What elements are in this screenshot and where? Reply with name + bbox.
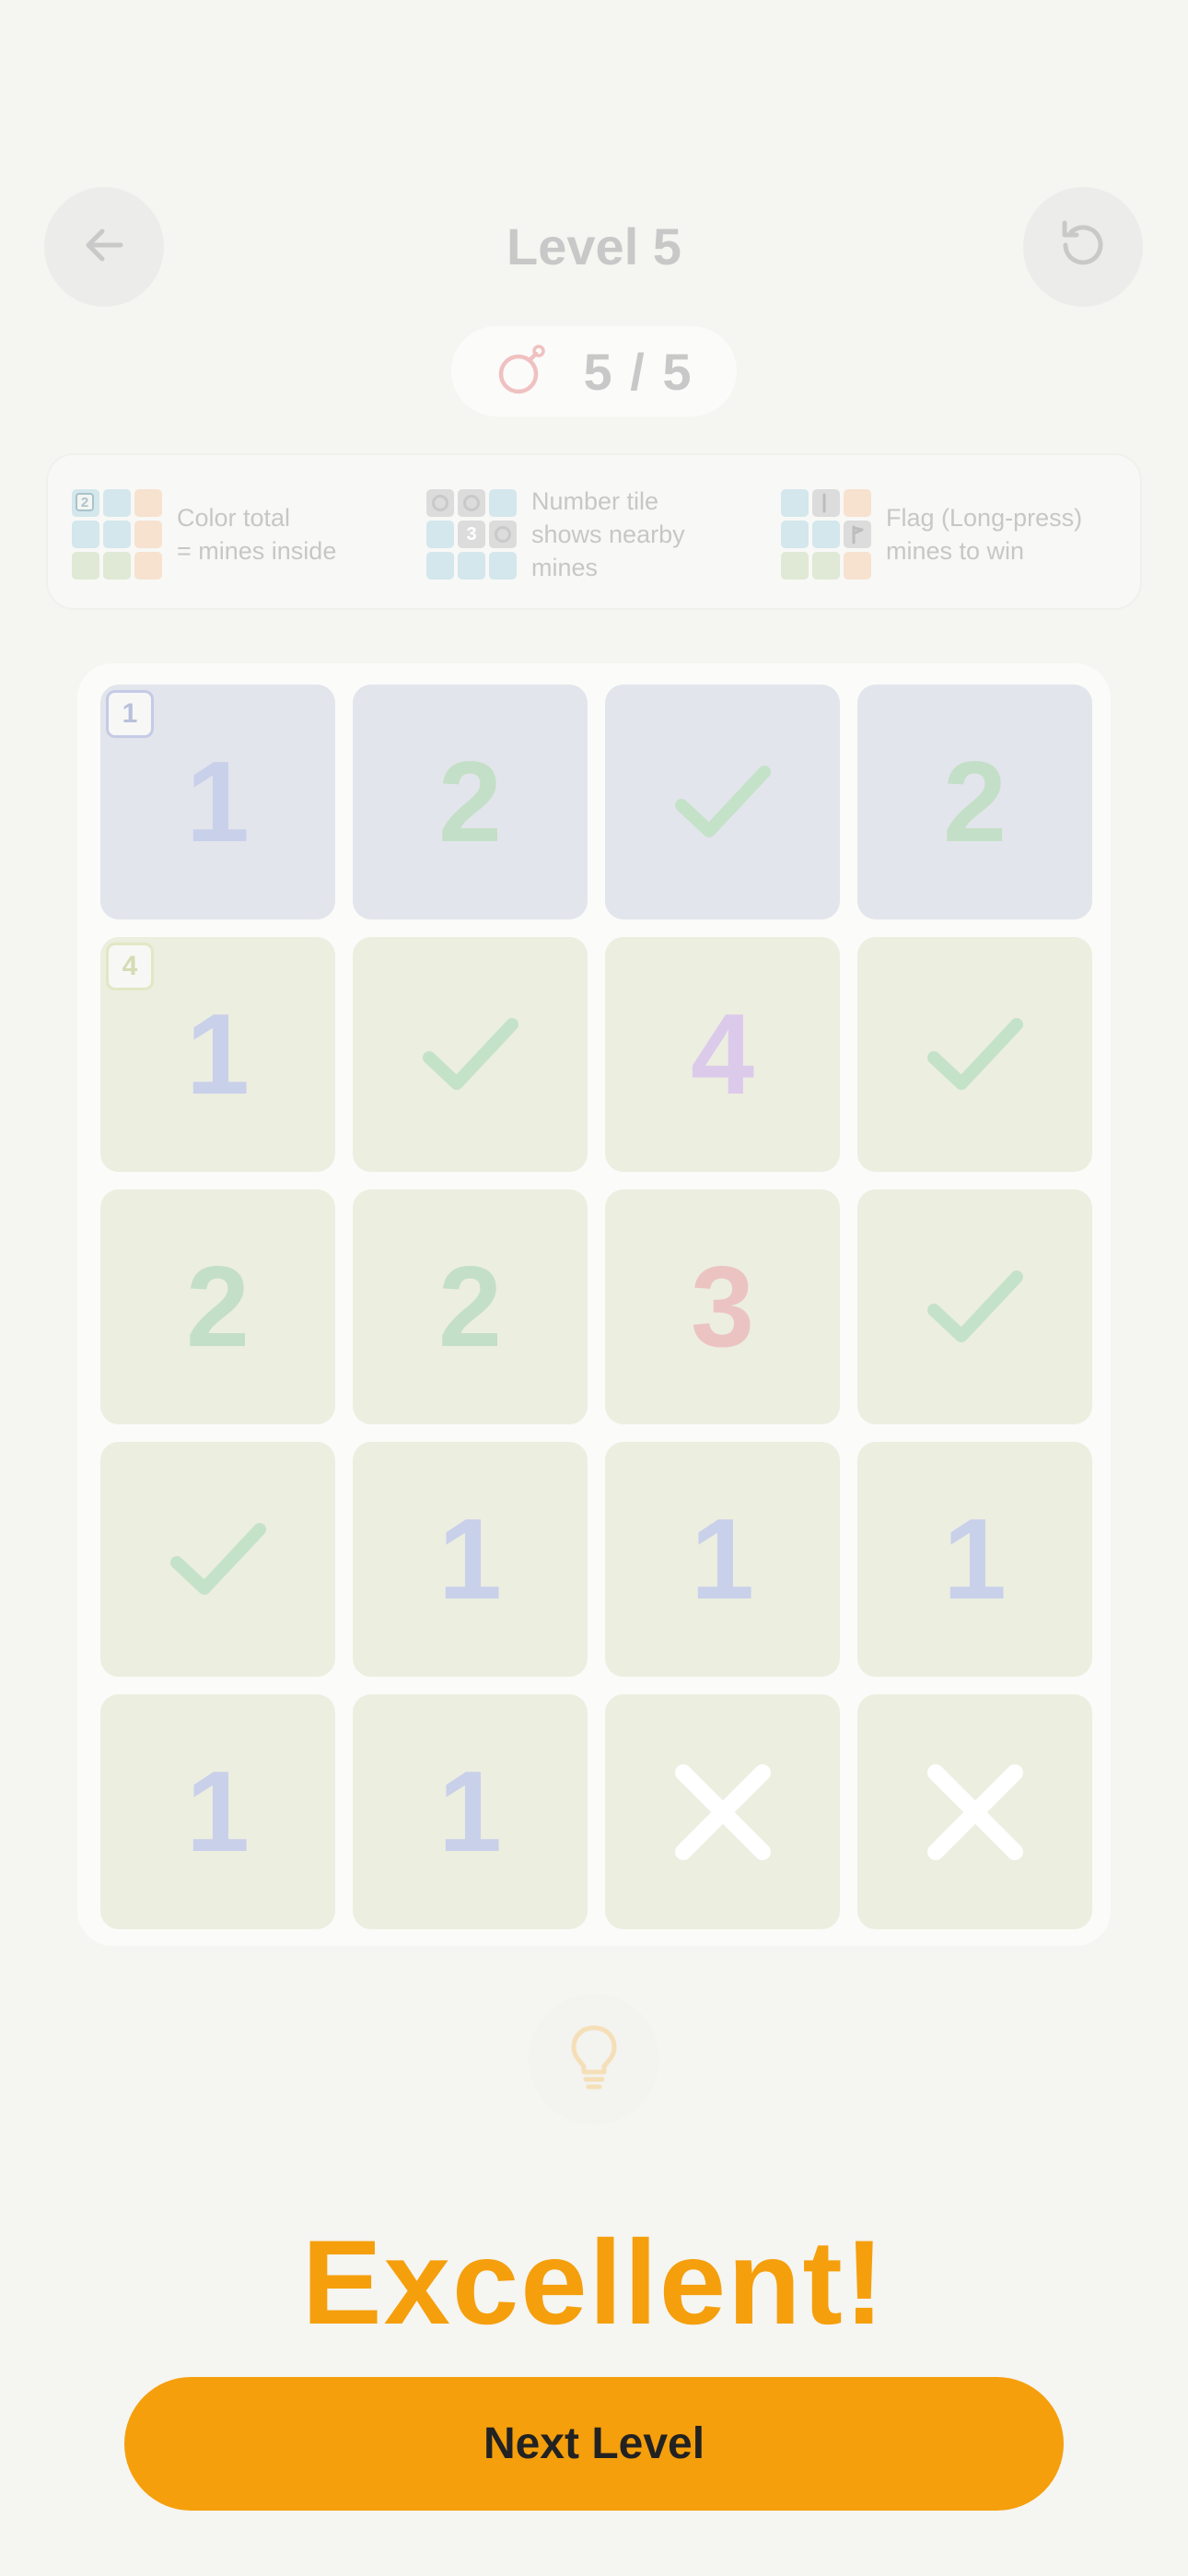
legend-number-grid: 3 xyxy=(426,489,517,580)
check-icon xyxy=(169,1522,266,1595)
tile-number: 2 xyxy=(438,738,502,866)
check-icon xyxy=(422,1017,518,1090)
board-tile[interactable]: 2 xyxy=(353,1189,588,1424)
legend-text: Color total = mines inside xyxy=(177,504,337,565)
tile-number: 1 xyxy=(186,738,250,866)
board-tile[interactable]: 2 xyxy=(100,1189,335,1424)
page-title: Level 5 xyxy=(507,217,681,275)
mine-ring-icon xyxy=(432,495,448,511)
flag-icon xyxy=(852,525,864,544)
legend-region-badge: 2 xyxy=(76,493,94,511)
restart-button[interactable] xyxy=(1023,187,1143,307)
mine-count: 5 / 5 xyxy=(583,342,693,401)
board-tile[interactable] xyxy=(100,1442,335,1677)
legend-text: Flag (Long-press) mines to win xyxy=(886,504,1083,565)
tile-number: 2 xyxy=(943,738,1007,866)
tile-number: 3 xyxy=(691,1243,754,1371)
legend-color-total: 2 Color total = mines inside xyxy=(72,488,425,580)
region-total-badge: 4 xyxy=(106,943,154,990)
board-tile[interactable]: 4 xyxy=(605,937,840,1172)
result-message: Excellent! xyxy=(301,2215,887,2349)
tile-number: 1 xyxy=(943,1495,1007,1623)
check-icon xyxy=(926,1017,1023,1090)
board-tile[interactable]: 41 xyxy=(100,937,335,1172)
legend-center-number: 3 xyxy=(466,523,477,544)
mine-ring-icon xyxy=(495,526,511,543)
board-tile[interactable]: 1 xyxy=(353,1442,588,1677)
board-tile[interactable] xyxy=(353,937,588,1172)
tile-number: 4 xyxy=(691,990,754,1118)
legend-text: Number tile shows nearby mines xyxy=(531,487,685,581)
flag-icon xyxy=(822,493,826,513)
hint-button[interactable] xyxy=(529,1994,659,2125)
tile-number: 1 xyxy=(438,1748,502,1876)
board-tile[interactable]: 1 xyxy=(605,1442,840,1677)
check-icon xyxy=(674,765,771,837)
next-level-button[interactable]: Next Level xyxy=(124,2377,1064,2511)
region-total-badge: 1 xyxy=(106,690,154,738)
tile-number: 1 xyxy=(186,1748,250,1876)
board-tile[interactable]: 1 xyxy=(857,1442,1092,1677)
board-tile[interactable]: 3 xyxy=(605,1189,840,1424)
legend-panel: 2 Color total = mines inside 3 Number ti… xyxy=(46,453,1142,610)
board-tile[interactable] xyxy=(605,685,840,919)
mine-counter: 5 / 5 xyxy=(451,326,737,416)
cross-icon xyxy=(926,1763,1023,1860)
board-tile[interactable]: 2 xyxy=(353,685,588,919)
tile-number: 2 xyxy=(438,1243,502,1371)
board-tile[interactable] xyxy=(857,1189,1092,1424)
board-tile[interactable]: 2 xyxy=(857,685,1092,919)
board-tile[interactable]: 1 xyxy=(353,1694,588,1929)
restart-icon xyxy=(1053,215,1113,280)
board-tile[interactable]: 11 xyxy=(100,685,335,919)
tile-number: 1 xyxy=(438,1495,502,1623)
legend-number-tile: 3 Number tile shows nearby mines xyxy=(426,487,780,581)
legend-flag-grid xyxy=(781,489,871,580)
board-tile[interactable] xyxy=(857,937,1092,1172)
lightbulb-icon xyxy=(566,2022,622,2097)
tile-number: 2 xyxy=(186,1243,250,1371)
game-board: 112241422311111 xyxy=(77,663,1111,1946)
board-tile[interactable] xyxy=(857,1694,1092,1929)
check-icon xyxy=(926,1270,1023,1342)
bomb-icon xyxy=(495,343,549,401)
board-tile[interactable]: 1 xyxy=(100,1694,335,1929)
mine-ring-icon xyxy=(463,495,480,511)
tile-number: 1 xyxy=(186,990,250,1118)
tile-number: 1 xyxy=(691,1495,754,1623)
board-tile[interactable] xyxy=(605,1694,840,1929)
cross-icon xyxy=(674,1763,771,1860)
legend-flag: Flag (Long-press) mines to win xyxy=(781,488,1135,580)
legend-color-grid: 2 xyxy=(72,489,162,580)
